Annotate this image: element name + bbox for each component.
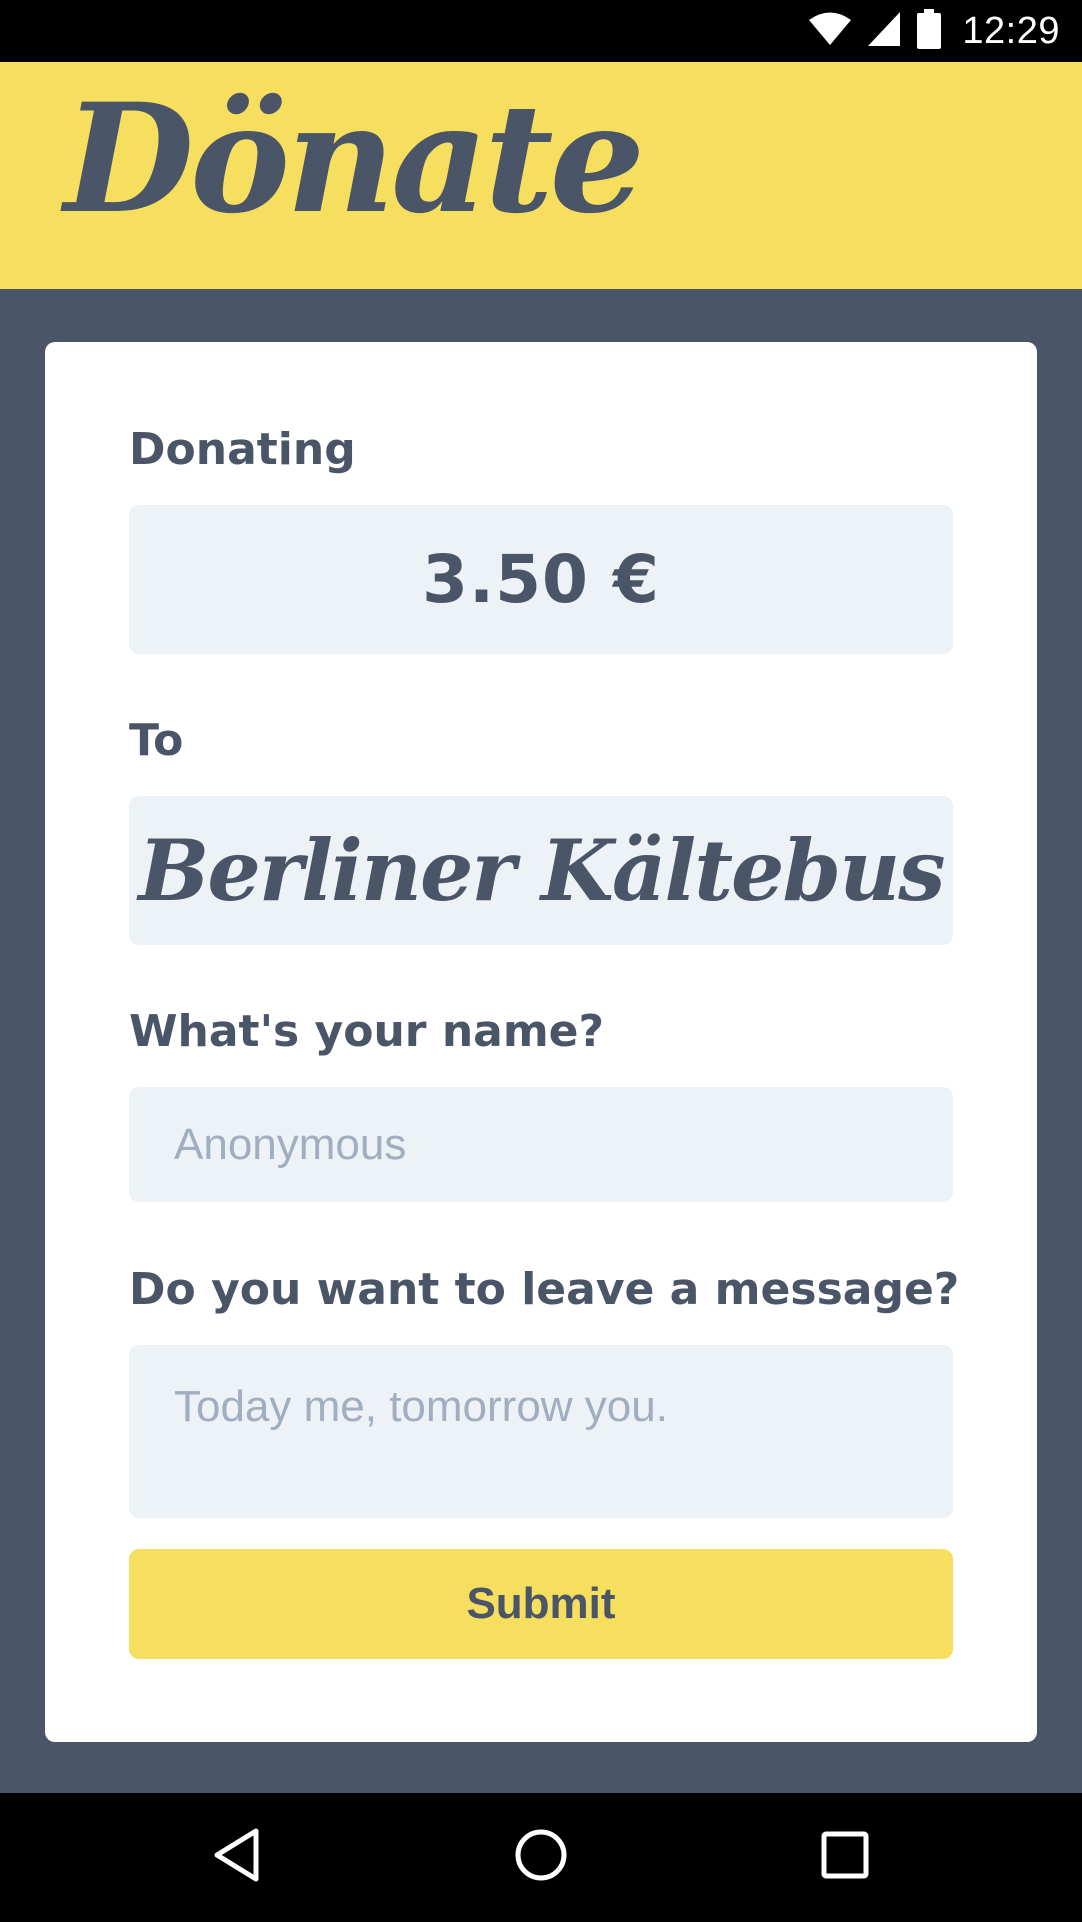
name-label: What's your name? [129, 1006, 605, 1057]
home-icon [514, 1828, 568, 1887]
battery-icon [916, 8, 942, 54]
donation-amount-box: 3.50 € [129, 505, 953, 654]
name-input[interactable] [129, 1087, 953, 1202]
recents-icon [821, 1831, 869, 1884]
donating-label: Donating [129, 424, 356, 475]
back-button[interactable] [157, 1793, 317, 1922]
main-content: Donating 3.50 € To Berliner Kältebus Wha… [0, 289, 1082, 1793]
message-input[interactable] [129, 1345, 953, 1518]
navigation-bar [0, 1793, 1082, 1922]
status-time: 12:29 [962, 9, 1060, 52]
submit-button[interactable]: Submit [129, 1549, 953, 1659]
status-bar: 12:29 [0, 0, 1082, 62]
wifi-icon [808, 11, 852, 52]
status-icons: 12:29 [808, 0, 1060, 62]
recipient-box: Berliner Kältebus [129, 796, 953, 945]
app-logo: Dönate [64, 71, 645, 247]
message-label: Do you want to leave a message? [129, 1264, 960, 1315]
back-icon [212, 1827, 262, 1888]
to-label: To [129, 715, 184, 766]
cell-signal-icon [866, 10, 902, 53]
donation-amount: 3.50 € [422, 541, 660, 618]
app-header: Dönate [0, 62, 1082, 289]
recents-button[interactable] [765, 1793, 925, 1922]
home-button[interactable] [461, 1793, 621, 1922]
recipient-name: Berliner Kältebus [138, 821, 945, 920]
donation-form-card: Donating 3.50 € To Berliner Kältebus Wha… [45, 342, 1037, 1742]
